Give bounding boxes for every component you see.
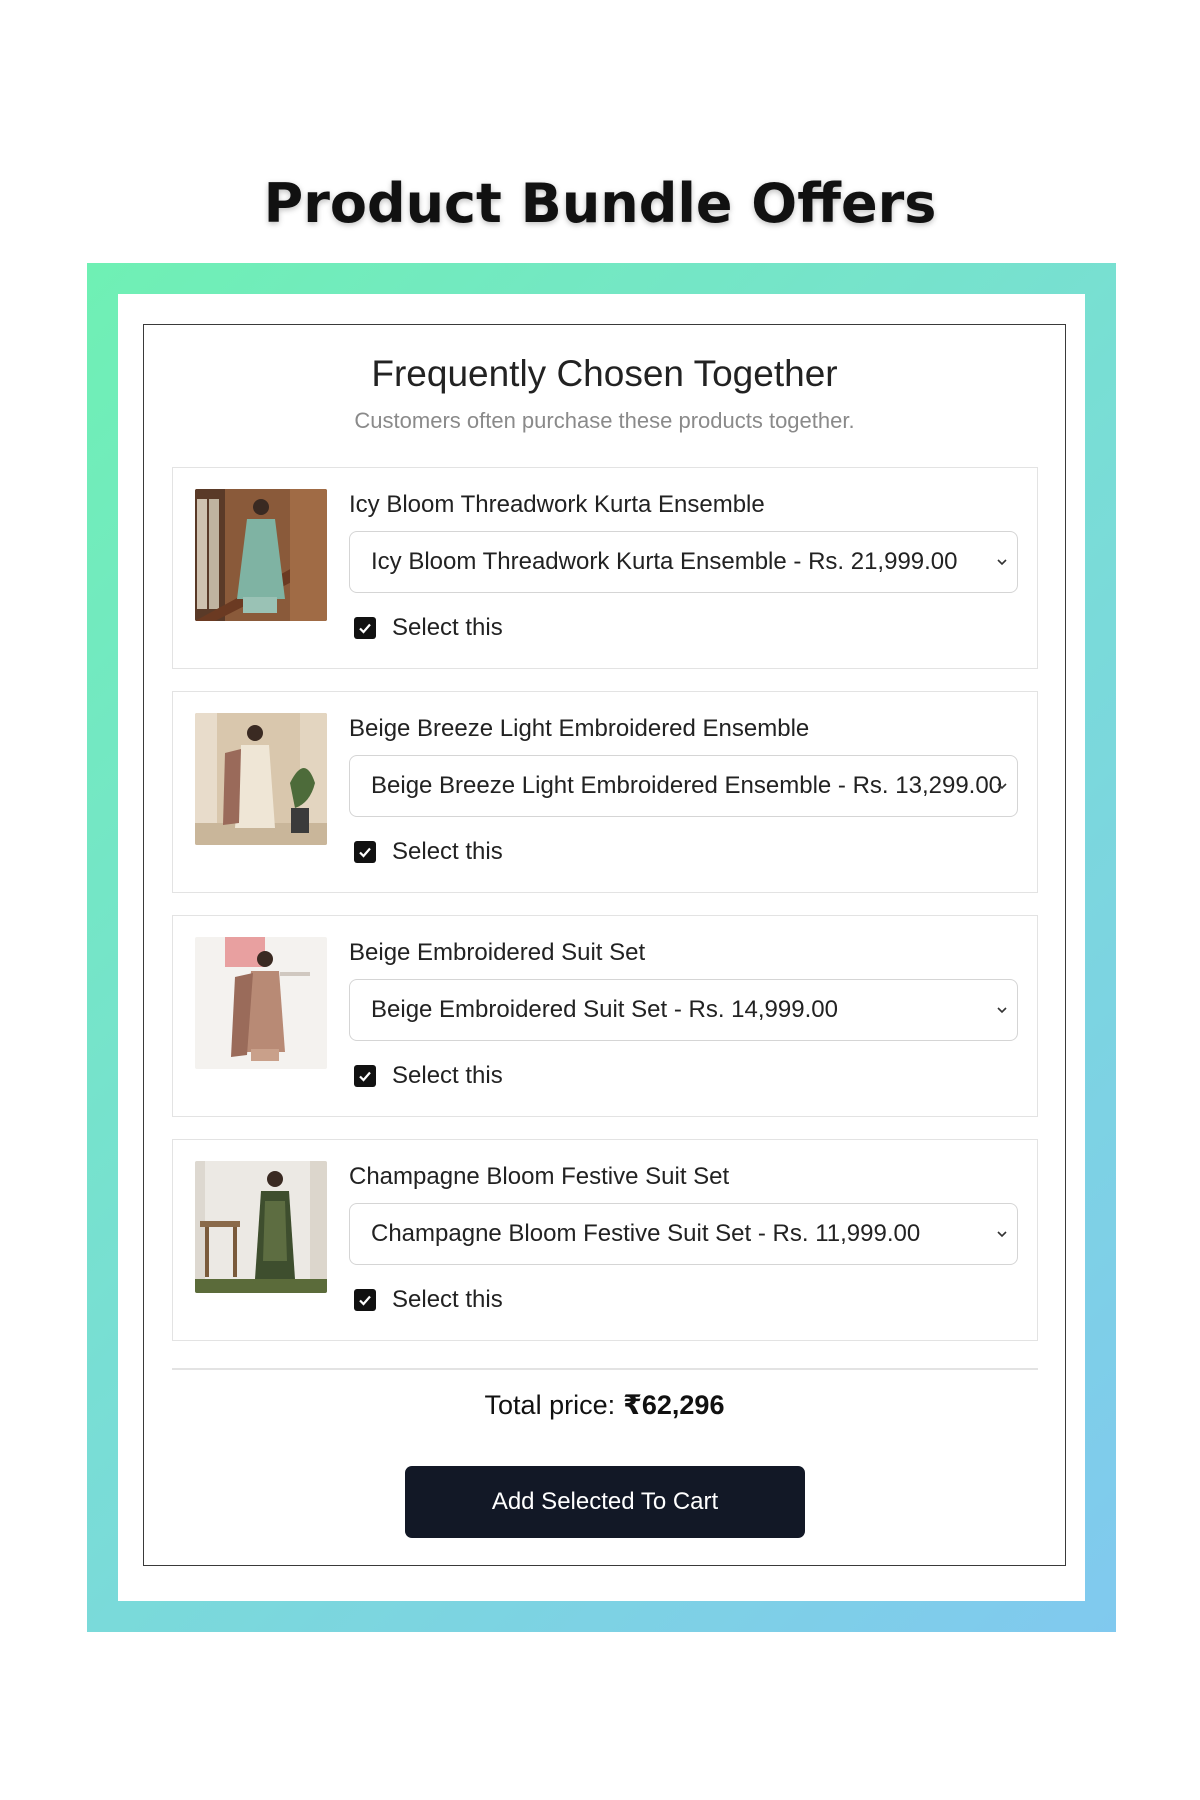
checkbox-checked-icon[interactable] — [354, 617, 376, 639]
product-image-3[interactable] — [195, 937, 327, 1069]
select-checkbox-row[interactable]: Select this — [354, 1286, 503, 1314]
checkbox-label: Select this — [392, 838, 503, 865]
product-image-4[interactable] — [195, 1161, 327, 1293]
chevron-down-icon — [995, 1003, 1009, 1017]
checkbox-label: Select this — [392, 1286, 503, 1313]
product-name: Beige Embroidered Suit Set — [349, 939, 646, 966]
checkbox-checked-icon[interactable] — [354, 1065, 376, 1087]
select-checkbox-row[interactable]: Select this — [354, 838, 503, 866]
variant-selected-value: Beige Embroidered Suit Set - Rs. 14,999.… — [371, 996, 838, 1023]
product-image-1[interactable] — [195, 489, 327, 621]
variant-select[interactable]: Icy Bloom Threadwork Kurta Ensemble - Rs… — [349, 531, 1018, 593]
product-name: Icy Bloom Threadwork Kurta Ensemble — [349, 491, 765, 518]
checkbox-label: Select this — [392, 1062, 503, 1089]
bundle-item-2: Beige Breeze Light Embroidered Ensemble … — [172, 691, 1038, 893]
variant-select[interactable]: Beige Embroidered Suit Set - Rs. 14,999.… — [349, 979, 1018, 1041]
total-price: Total price: ₹62,296 — [144, 1390, 1065, 1421]
total-price-label: Total price: — [484, 1390, 616, 1420]
bundle-widget: Frequently Chosen Together Customers oft… — [143, 324, 1066, 1566]
variant-selected-value: Beige Breeze Light Embroidered Ensemble … — [371, 772, 1003, 799]
add-selected-to-cart-button[interactable]: Add Selected To Cart — [405, 1466, 805, 1538]
chevron-down-icon — [995, 555, 1009, 569]
chevron-down-icon — [995, 1227, 1009, 1241]
select-checkbox-row[interactable]: Select this — [354, 1062, 503, 1090]
variant-select[interactable]: Champagne Bloom Festive Suit Set - Rs. 1… — [349, 1203, 1018, 1265]
widget-subtitle: Customers often purchase these products … — [354, 408, 855, 433]
product-name: Beige Breeze Light Embroidered Ensemble — [349, 715, 810, 742]
variant-selected-value: Champagne Bloom Festive Suit Set - Rs. 1… — [371, 1220, 921, 1247]
banner-title: Product Bundle Offers — [263, 172, 937, 235]
variant-select[interactable]: Beige Breeze Light Embroidered Ensemble … — [349, 755, 1018, 817]
checkbox-checked-icon[interactable] — [354, 841, 376, 863]
variant-selected-value: Icy Bloom Threadwork Kurta Ensemble - Rs… — [371, 548, 958, 575]
widget-title: Frequently Chosen Together — [371, 353, 838, 394]
bundle-item-1: Icy Bloom Threadwork Kurta Ensemble Icy … — [172, 467, 1038, 669]
gradient-frame: Frequently Chosen Together Customers oft… — [87, 263, 1116, 1632]
frame-inner: Frequently Chosen Together Customers oft… — [118, 294, 1085, 1601]
total-price-amount: ₹62,296 — [623, 1390, 725, 1420]
product-image-2[interactable] — [195, 713, 327, 845]
bundle-item-3: Beige Embroidered Suit Set Beige Embroid… — [172, 915, 1038, 1117]
select-checkbox-row[interactable]: Select this — [354, 614, 503, 642]
divider — [172, 1368, 1038, 1370]
product-name: Champagne Bloom Festive Suit Set — [349, 1163, 730, 1190]
checkbox-checked-icon[interactable] — [354, 1289, 376, 1311]
checkbox-label: Select this — [392, 614, 503, 641]
bundle-item-4: Champagne Bloom Festive Suit Set Champag… — [172, 1139, 1038, 1341]
chevron-down-icon — [995, 779, 1009, 793]
